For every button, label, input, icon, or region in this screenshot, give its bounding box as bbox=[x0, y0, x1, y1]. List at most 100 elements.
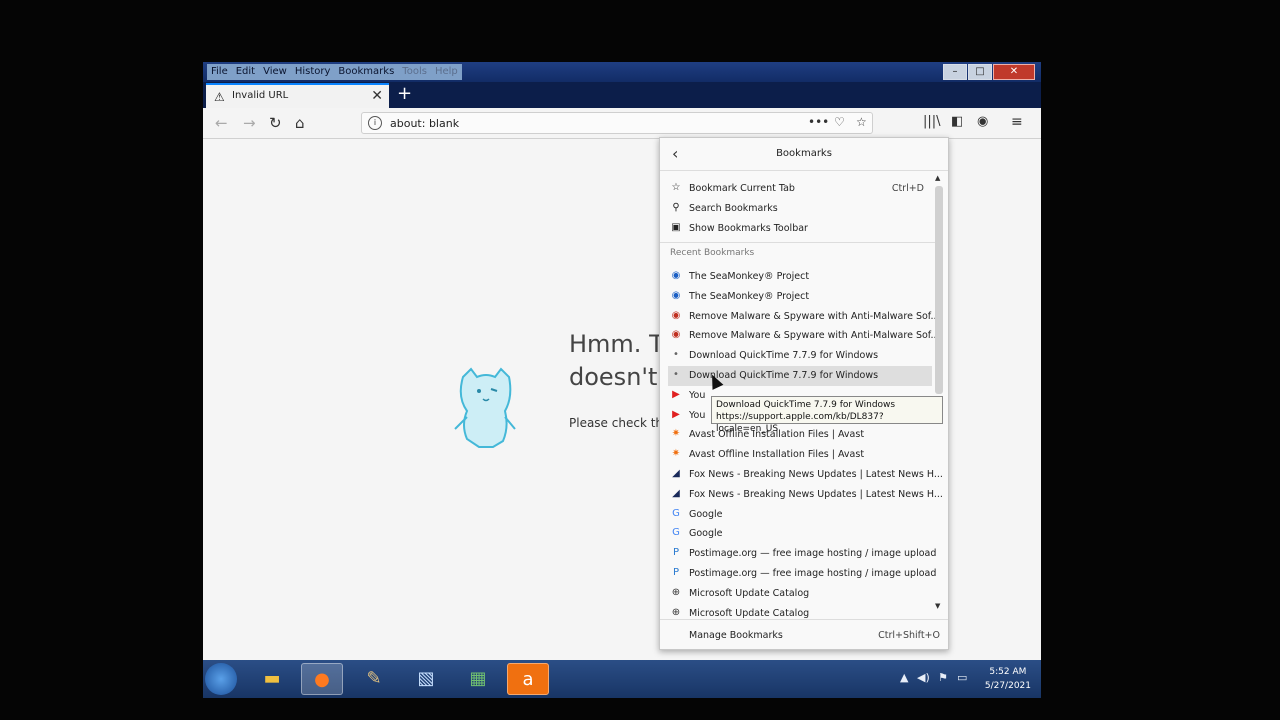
bookmark-item[interactable]: P Postimage.org — free image hosting / im… bbox=[668, 544, 936, 564]
bookmark-item[interactable]: ✷ Avast Offline Installation Files | Avas… bbox=[668, 445, 932, 465]
clock-date: 5/27/2021 bbox=[984, 681, 1031, 691]
bookmark-label: Google bbox=[689, 528, 723, 540]
bookmark-item[interactable]: G Google bbox=[668, 505, 932, 525]
bookmark-label: Microsoft Update Catalog bbox=[689, 587, 810, 599]
manage-bookmarks-item[interactable]: Manage Bookmarks Ctrl+Shift+O bbox=[660, 619, 948, 650]
home-icon[interactable]: ⌂ bbox=[295, 114, 305, 132]
bookmark-item[interactable]: ◉ The SeaMonkey® Project bbox=[668, 267, 932, 287]
menu-bar: File Edit View History Bookmarks Tools H… bbox=[207, 64, 462, 80]
warning-icon: ⚠ bbox=[214, 90, 225, 104]
back-icon[interactable]: ← bbox=[215, 114, 228, 132]
item-label: Search Bookmarks bbox=[689, 203, 778, 214]
bookmark-label: Microsoft Update Catalog bbox=[689, 607, 810, 619]
bookmark-item[interactable]: ⊕ Microsoft Update Catalog bbox=[668, 584, 932, 604]
tab-bar: ⚠ Invalid URL ✕ + bbox=[203, 82, 1041, 108]
manage-bookmarks-shortcut: Ctrl+Shift+O bbox=[878, 630, 940, 641]
separator bbox=[660, 242, 936, 243]
postimage-icon: P bbox=[672, 547, 680, 559]
paint-icon[interactable]: ✎ bbox=[353, 663, 395, 695]
reload-icon[interactable]: ↻ bbox=[269, 114, 282, 132]
navigation-toolbar: ← → ↻ ⌂ i about: blank ••• ♡ ☆ |||\ ◧ ◉ … bbox=[203, 108, 1041, 139]
postimage-icon: P bbox=[672, 567, 680, 578]
youtube-icon: ▶ bbox=[672, 408, 680, 420]
globe-icon: ⊕ bbox=[671, 586, 681, 598]
panel-title: Bookmarks bbox=[776, 148, 832, 159]
tab-invalid-url[interactable]: ⚠ Invalid URL ✕ bbox=[206, 83, 389, 108]
bookmark-label: Remove Malware & Spyware with Anti-Malwa… bbox=[689, 330, 940, 342]
bookmark-item[interactable]: ◢ Fox News - Breaking News Updates | Late… bbox=[668, 485, 943, 505]
close-window-button[interactable]: ✕ bbox=[993, 64, 1035, 80]
bookmark-label: You bbox=[689, 389, 706, 401]
volume-icon[interactable]: ◀) bbox=[917, 671, 930, 684]
show-bookmarks-toolbar-item[interactable]: ▣ Show Bookmarks Toolbar bbox=[668, 219, 932, 239]
google-icon: G bbox=[672, 527, 680, 539]
item-shortcut: Ctrl+D bbox=[891, 183, 924, 194]
image-viewer-icon[interactable]: ▧ bbox=[405, 663, 447, 695]
maximize-button[interactable]: □ bbox=[968, 64, 992, 80]
network-icon[interactable]: ▭ bbox=[957, 671, 967, 684]
page-actions-icon[interactable]: ••• bbox=[808, 115, 829, 129]
title-bar: File Edit View History Bookmarks Tools H… bbox=[203, 62, 1041, 82]
bookmark-item[interactable]: ◉ Remove Malware & Spyware with Anti-Malw… bbox=[668, 307, 940, 327]
system-clock[interactable]: 5:52 AM 5/27/2021 bbox=[985, 665, 1031, 693]
bookmark-star-icon[interactable]: ☆ bbox=[856, 115, 867, 129]
account-icon[interactable]: ◉ bbox=[977, 114, 988, 129]
library-icon[interactable]: |||\ bbox=[923, 114, 941, 129]
menu-file[interactable]: File bbox=[207, 64, 232, 80]
hamburger-menu-icon[interactable]: ≡ bbox=[1011, 114, 1023, 130]
bookmarks-panel: ‹ Bookmarks ☆ Bookmark Current Tab Ctrl+… bbox=[659, 137, 949, 650]
error-heading: Hmm. T doesn't bbox=[569, 328, 664, 394]
menu-edit[interactable]: Edit bbox=[232, 64, 259, 80]
info-icon[interactable]: i bbox=[368, 116, 382, 130]
tray-expand-icon[interactable]: ▲ bbox=[900, 671, 908, 684]
star-icon: ☆ bbox=[671, 182, 681, 193]
scroll-down-icon[interactable]: ▼ bbox=[935, 602, 940, 610]
foxnews-icon: ◢ bbox=[672, 468, 680, 479]
bookmark-label: Google bbox=[689, 508, 723, 520]
avast-taskbar-icon[interactable]: a bbox=[507, 663, 549, 695]
menu-help[interactable]: Help bbox=[431, 64, 462, 80]
url-bar[interactable]: i about: blank ••• ♡ ☆ bbox=[361, 112, 873, 134]
menu-tools[interactable]: Tools bbox=[398, 64, 431, 80]
error-heading-line1: Hmm. T bbox=[569, 330, 664, 358]
search-icon: ⚲ bbox=[672, 202, 680, 213]
menu-history[interactable]: History bbox=[291, 64, 335, 80]
bookmark-current-tab-item[interactable]: ☆ Bookmark Current Tab Ctrl+D bbox=[668, 179, 932, 199]
close-tab-icon[interactable]: ✕ bbox=[371, 88, 383, 104]
tooltip-url: https://support.apple.com/kb/DL837?local… bbox=[716, 412, 884, 434]
new-tab-button[interactable]: + bbox=[397, 83, 412, 104]
bookmark-item[interactable]: ◉ Remove Malware & Spyware with Anti-Malw… bbox=[668, 326, 940, 346]
avast-icon: ✷ bbox=[671, 428, 681, 440]
scroll-up-icon[interactable]: ▲ bbox=[935, 174, 940, 182]
panel-scrollbar[interactable]: ▲ ▼ bbox=[934, 174, 944, 610]
file-explorer-icon[interactable]: ▬ bbox=[251, 663, 293, 695]
bookmark-item[interactable]: ◢ Fox News - Breaking News Updates | Late… bbox=[668, 465, 943, 485]
toolbar-star-icon: ▣ bbox=[671, 222, 681, 233]
control-panel-icon[interactable]: ▦ bbox=[457, 663, 499, 695]
search-bookmarks-item[interactable]: ⚲ Search Bookmarks bbox=[668, 199, 932, 219]
seamonkey-icon: ◉ bbox=[671, 270, 681, 281]
bookmark-label: The SeaMonkey® Project bbox=[689, 290, 810, 302]
sidebar-icon[interactable]: ◧ bbox=[951, 114, 963, 129]
error-heading-line2: doesn't bbox=[569, 363, 658, 391]
forward-icon[interactable]: → bbox=[243, 114, 256, 132]
manage-bookmarks-label: Manage Bookmarks bbox=[689, 630, 783, 641]
scrollbar-thumb[interactable] bbox=[935, 186, 943, 394]
action-center-flag-icon[interactable]: ⚑ bbox=[938, 671, 948, 684]
menu-view[interactable]: View bbox=[259, 64, 291, 80]
bookmark-item[interactable]: P Postimage.org — free image hosting / im… bbox=[668, 564, 936, 584]
bookmark-item[interactable]: • Download QuickTime 7.7.9 for Windows bbox=[668, 346, 932, 366]
panel-header: ‹ Bookmarks bbox=[660, 138, 948, 171]
bookmark-item[interactable]: G Google bbox=[668, 524, 932, 544]
pocket-icon[interactable]: ♡ bbox=[834, 115, 845, 129]
menu-bookmarks[interactable]: Bookmarks bbox=[334, 64, 398, 80]
firefox-icon[interactable]: ● bbox=[301, 663, 343, 695]
start-button[interactable] bbox=[205, 663, 237, 695]
youtube-icon: ▶ bbox=[672, 388, 680, 400]
apple-icon: • bbox=[673, 349, 679, 361]
desktop-screen: File Edit View History Bookmarks Tools H… bbox=[203, 62, 1041, 698]
minimize-button[interactable]: – bbox=[943, 64, 967, 80]
bookmark-item[interactable]: ◉ The SeaMonkey® Project bbox=[668, 287, 932, 307]
foxnews-icon: ◢ bbox=[672, 487, 680, 499]
clock-time: 5:52 AM bbox=[989, 667, 1027, 677]
